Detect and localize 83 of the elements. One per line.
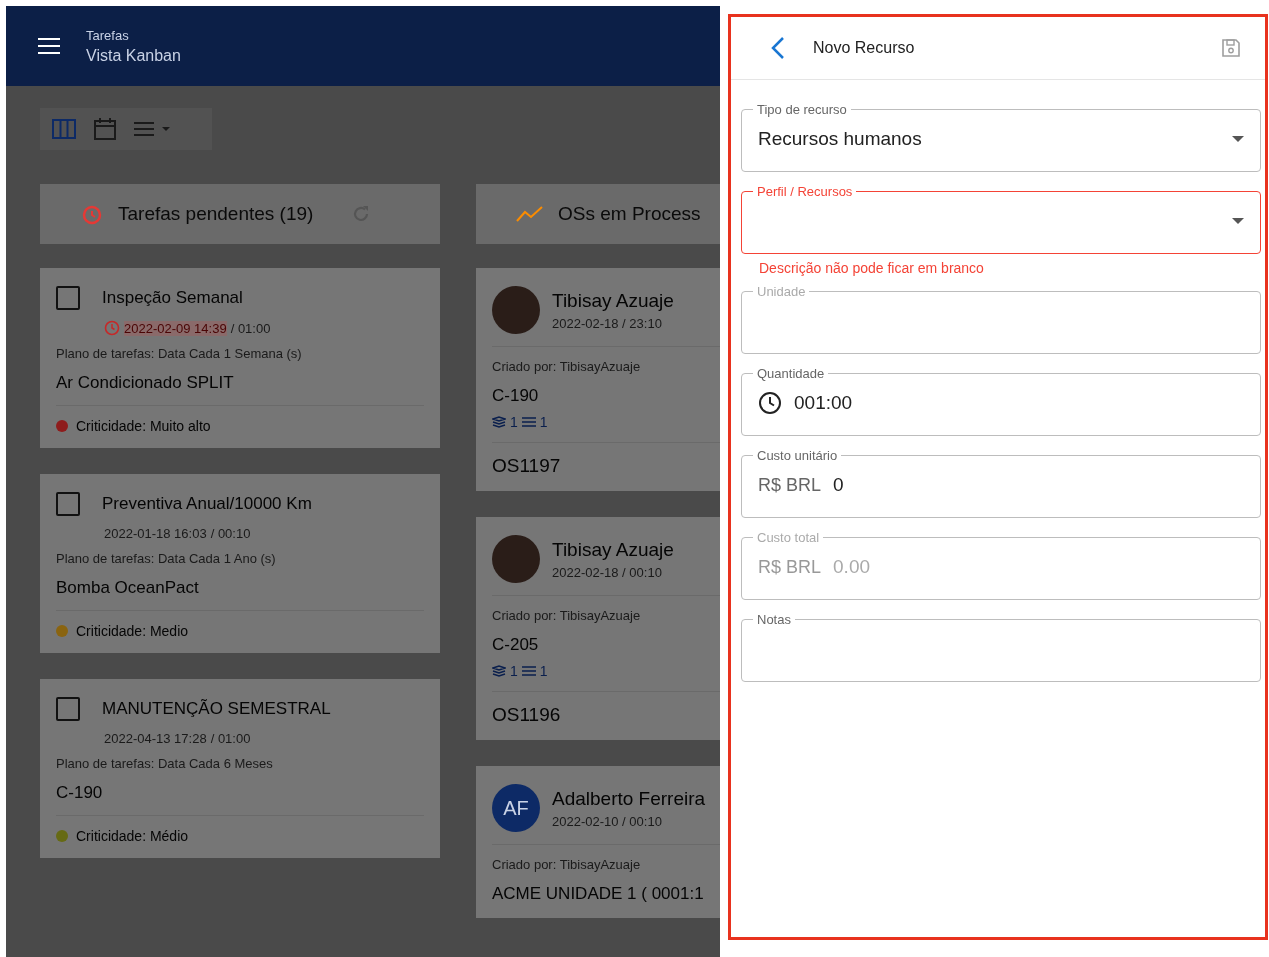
- field-value: 0: [833, 474, 844, 496]
- task-plan: Plano de tarefas: Data Cada 6 Meses: [56, 756, 274, 771]
- task-title: Preventiva Anual/10000 Km: [102, 494, 312, 514]
- clock-icon: [758, 391, 782, 415]
- task-plan: Plano de tarefas: Data Cada 1 Ano (s): [56, 551, 277, 566]
- assignee-name: Tibisay Azuaje: [552, 289, 674, 312]
- task-card[interactable]: MANUTENÇÃO SEMESTRAL 2022-04-13 17:28 / 01:00 Plano de tarefas: Data Cada 6 Meses C-190 Criticidade: Médio: [40, 679, 440, 858]
- column-title: Tarefas pendentes (19): [118, 203, 314, 225]
- duration: / 01:00: [210, 731, 251, 746]
- criticality-label: Criticidade: Muito alto: [76, 418, 211, 434]
- order-date: 2022-02-10 / 00:10: [552, 813, 663, 829]
- order-card[interactable]: AF Adalberto Ferreira 2022-02-10 / 00:10 Criado por: TibisayAzuaje ACME UNIDADE 1 ( 0001:1: [476, 766, 720, 918]
- stack-icon: [492, 665, 506, 677]
- order-date: 2022-02-18 / 23:10: [552, 315, 663, 331]
- field-label: Perfil / Recursos: [756, 184, 854, 199]
- avatar-initials: AF: [492, 784, 540, 832]
- field-value: 0.00: [833, 556, 870, 578]
- creator-label: Criado por: TibisayAzuaje: [492, 857, 642, 872]
- order-code: OS1196: [492, 704, 562, 726]
- menu-icon[interactable]: [38, 38, 60, 54]
- asset-name: Ar Condicionado SPLIT: [56, 373, 235, 393]
- asset-name: Bomba OceanPact: [56, 578, 200, 598]
- task-title: MANUTENÇÃO SEMESTRAL: [102, 699, 331, 719]
- criticality-label: Criticidade: Medio: [76, 623, 189, 639]
- assignee-name: Adalberto Ferreira: [552, 787, 706, 810]
- scheduled-date: 2022-02-09 14:39: [124, 320, 227, 336]
- avatar-placeholder: [492, 286, 540, 334]
- order-code: OS1197: [492, 455, 562, 477]
- app-title: Tarefas: [86, 27, 130, 43]
- task-title: Inspeção Semanal: [102, 288, 243, 308]
- creator-label: Criado por: TibisayAzuaje: [492, 359, 642, 374]
- checkbox[interactable]: [56, 492, 80, 516]
- select-field[interactable]: Perfil / Recursos: [741, 184, 1261, 254]
- dropdown-caret-icon: [1232, 136, 1244, 142]
- task-card[interactable]: Inspeção Semanal 2022-02-09 14:39 / 01:00 Plano de tarefas: Data Cada 1 Semana (s) Ar Condicionado SPLIT Criticidade: Muito alto: [40, 268, 440, 448]
- order-card[interactable]: Tibisay Azuaje 2022-02-18 / 00:10 Criado por: TibisayAzuaje C-205 1 1 OS1196: [476, 517, 720, 740]
- field-label: Custo total: [756, 530, 821, 545]
- select-field[interactable]: Tipo de recurso Recursos humanos: [741, 102, 1261, 172]
- currency-prefix: R$ BRL: [758, 474, 822, 496]
- order-card[interactable]: Tibisay Azuaje 2022-02-18 / 23:10 Criado por: TibisayAzuaje C-190 1 1 OS1197: [476, 268, 720, 491]
- field-value: Recursos humanos: [758, 128, 922, 150]
- count: 1: [510, 414, 518, 430]
- duration: / 00:10: [210, 526, 251, 541]
- count: 1: [539, 414, 548, 430]
- error-message: Descrição não pode ficar em branco: [759, 260, 985, 276]
- save-icon[interactable]: [1221, 38, 1241, 58]
- creator-label: Criado por: TibisayAzuaje: [492, 608, 642, 623]
- trend-line-icon: [516, 205, 544, 223]
- checkbox[interactable]: [56, 697, 80, 721]
- asset-name: C-205: [492, 635, 540, 655]
- count: 1: [539, 663, 548, 679]
- list-icon: [521, 665, 536, 677]
- avatar-placeholder: [492, 535, 540, 583]
- field-label: Custo unitário: [756, 448, 839, 463]
- field-label: Tipo de recurso: [756, 102, 848, 117]
- checkbox[interactable]: [56, 286, 80, 310]
- duration: / 01:00: [230, 320, 271, 336]
- dropdown-caret-icon: [1232, 218, 1244, 224]
- scheduled-date: 2022-04-13 17:28: [104, 731, 207, 746]
- app-subtitle: Vista Kanban: [86, 46, 181, 65]
- field-label: Quantidade: [756, 366, 826, 381]
- input-field[interactable]: Quantidade 001:00: [741, 366, 1261, 436]
- scheduled-date: 2022-01-18 16:03: [104, 526, 207, 541]
- asset-name: C-190: [492, 386, 540, 406]
- count: 1: [510, 663, 518, 679]
- field-label: Unidade: [756, 284, 807, 299]
- stack-icon: [492, 416, 506, 428]
- field-label: Notas: [756, 612, 792, 627]
- input-field[interactable]: Notas: [741, 612, 1261, 682]
- asset-name: ACME UNIDADE 1 ( 0001:1: [492, 884, 705, 904]
- assignee-name: Tibisay Azuaje: [552, 538, 674, 561]
- clock-icon: [104, 320, 120, 336]
- panel-title: Novo Recurso: [813, 39, 916, 57]
- criticality-label: Criticidade: Médio: [76, 828, 189, 844]
- input-field[interactable]: Custo unitário R$ BRL 0: [741, 448, 1261, 518]
- task-card[interactable]: Preventiva Anual/10000 Km 2022-01-18 16:03 / 00:10 Plano de tarefas: Data Cada 1 Ano (s) Bomba OceanPact Criticidade: Medio: [40, 474, 440, 653]
- column-title: OSs em Process: [558, 203, 701, 225]
- field-value: 001:00: [794, 392, 853, 414]
- task-plan: Plano de tarefas: Data Cada 1 Semana (s): [56, 346, 303, 361]
- order-date: 2022-02-18 / 00:10: [552, 564, 663, 580]
- currency-prefix: R$ BRL: [758, 556, 822, 578]
- list-icon: [521, 416, 536, 428]
- asset-name: C-190: [56, 783, 104, 803]
